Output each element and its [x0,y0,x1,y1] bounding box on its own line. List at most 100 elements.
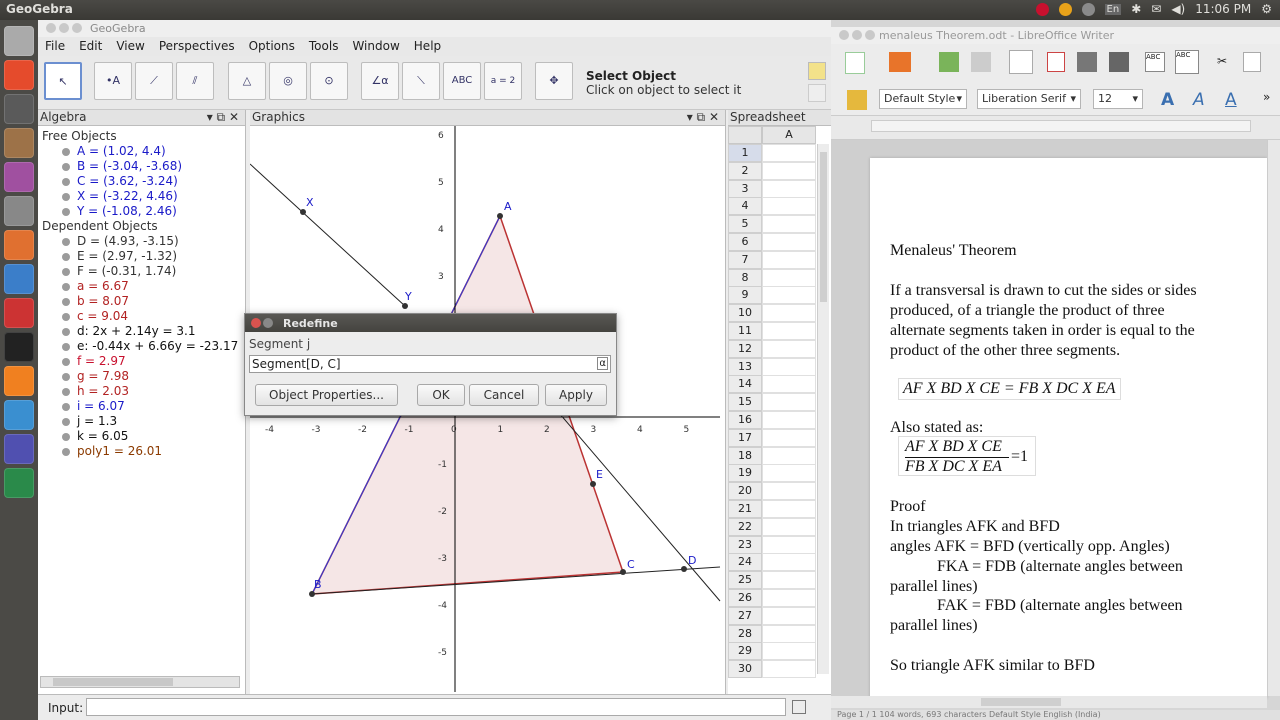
spreadsheet-cell[interactable] [762,161,816,180]
copy-icon[interactable] [1243,52,1261,72]
spreadsheet-cell[interactable] [762,535,816,554]
cancel-button[interactable]: Cancel [469,384,539,406]
row-header[interactable]: 9 [728,286,762,305]
redo-icon[interactable] [808,84,826,102]
alpha-icon[interactable]: α [597,357,608,370]
dash-home-icon[interactable] [4,26,34,56]
algebra-hscrollbar[interactable] [40,676,240,688]
polygon-tool-icon[interactable]: △ [228,62,266,100]
spreadsheet-cell[interactable] [762,428,816,447]
font-name-select[interactable]: Liberation Serif ▾ [977,89,1081,109]
menu-view[interactable]: View [109,37,151,56]
row-header[interactable]: 27 [728,606,762,625]
spreadsheet-cell[interactable] [762,322,816,340]
ruler[interactable] [831,116,1280,140]
spreadsheet-cell[interactable] [762,215,816,234]
minimize-icon[interactable] [852,30,862,40]
panel-controls-icon[interactable]: ▾ ⧉ ✕ [687,110,719,125]
algebra-item[interactable]: F = (-0.31, 1.74) [62,264,176,278]
styles-icon[interactable] [847,90,867,110]
conic-tool-icon[interactable]: ⊙ [310,62,348,100]
spreadsheet-cell[interactable] [762,179,816,198]
keyboard-layout[interactable]: En [1104,3,1122,15]
vlc-icon[interactable] [4,366,34,396]
visibility-dot-icon[interactable] [62,342,70,351]
print-preview-icon[interactable] [1109,52,1129,72]
power-icon[interactable]: ⚙ [1261,2,1272,16]
visibility-dot-icon[interactable] [62,177,70,186]
visibility-dot-icon[interactable] [62,192,70,201]
software-center-icon[interactable] [4,230,34,260]
algebra-item[interactable]: a = 6.67 [62,279,129,293]
row-header[interactable]: 23 [728,535,762,554]
spreadsheet-cell[interactable] [762,339,816,358]
writer-launcher-icon[interactable] [4,400,34,430]
pdf-export-icon[interactable] [1047,52,1065,72]
circle-tool-icon[interactable]: ◎ [269,62,307,100]
volume-icon[interactable]: ◀) [1171,2,1185,16]
visibility-dot-icon[interactable] [62,402,70,411]
spreadsheet-cell[interactable] [762,642,816,661]
maximize-icon[interactable] [72,23,82,33]
document-hscrollbar[interactable] [831,696,1267,708]
row-header[interactable]: 2 [728,161,762,180]
point-b[interactable] [309,591,315,597]
input-field[interactable] [86,698,786,716]
dialog-minimize-icon[interactable] [263,318,273,328]
text-tool-icon[interactable]: ABC [443,62,481,100]
visibility-dot-icon[interactable] [62,447,70,456]
spreadsheet-cell[interactable] [762,517,816,536]
more-icon[interactable]: » [1263,90,1270,104]
spreadsheet-cell[interactable] [762,571,816,590]
screen-icon[interactable] [4,94,34,124]
visibility-dot-icon[interactable] [62,147,70,156]
spreadsheet-cell[interactable] [762,393,816,412]
slider-tool-icon[interactable]: a = 2 [484,62,522,100]
row-header[interactable]: 24 [728,553,762,572]
algebra-item[interactable]: d: 2x + 2.14y = 3.1 [62,324,195,338]
algebra-item[interactable]: k = 6.05 [62,429,128,443]
visibility-dot-icon[interactable] [62,297,70,306]
mail-icon[interactable]: ✉ [1151,2,1161,16]
algebra-item[interactable]: f = 2.97 [62,354,126,368]
algebra-item[interactable]: D = (4.93, -3.15) [62,234,179,248]
row-header[interactable]: 8 [728,268,762,287]
row-header[interactable]: 16 [728,411,762,429]
row-header[interactable]: 17 [728,428,762,447]
row-header[interactable]: 13 [728,357,762,376]
spreadsheet-cell[interactable] [762,144,816,162]
document-vscrollbar[interactable] [1267,140,1280,696]
dropbox-icon[interactable] [1081,2,1095,16]
pdf-icon[interactable] [4,298,34,328]
point-tool-icon[interactable]: •A [94,62,132,100]
algebra-item[interactable]: C = (3.62, -3.24) [62,174,178,188]
minimize-icon[interactable] [59,23,69,33]
menu-help[interactable]: Help [407,37,448,56]
system-tray[interactable]: En ✱ ✉ ◀) 11:06 PM ⚙ [1035,2,1272,16]
spellcheck-icon[interactable]: ABC [1145,52,1165,72]
point-a[interactable] [497,213,503,219]
row-header[interactable]: 11 [728,322,762,340]
algebra-item[interactable]: X = (-3.22, 4.46) [62,189,178,203]
geogebra-launcher-icon[interactable] [4,264,34,294]
algebra-item[interactable]: h = 2.03 [62,384,129,398]
row-header[interactable]: 12 [728,339,762,358]
spreadsheet-cell[interactable] [762,464,816,483]
bluetooth-icon[interactable]: ✱ [1131,2,1141,16]
menu-edit[interactable]: Edit [72,37,109,56]
visibility-dot-icon[interactable] [62,207,70,216]
visibility-dot-icon[interactable] [62,267,70,276]
row-header[interactable]: 19 [728,464,762,483]
algebra-group-header[interactable]: Dependent Objects [42,219,158,233]
column-header-a[interactable]: A [762,126,816,144]
autospellcheck-icon[interactable]: ABC [1175,50,1199,74]
algebra-item[interactable]: Y = (-1.08, 2.46) [62,204,177,218]
doc-fraction-equation[interactable]: AF X BD X CE FB X DC X EA =1 [898,436,1036,476]
menu-options[interactable]: Options [242,37,302,56]
new-document-icon[interactable] [845,52,865,74]
apply-button[interactable]: Apply [545,384,607,406]
row-header[interactable]: 26 [728,589,762,607]
algebra-item[interactable]: B = (-3.04, -3.68) [62,159,182,173]
spreadsheet-cell[interactable] [762,268,816,287]
algebra-item[interactable]: j = 1.3 [62,414,117,428]
